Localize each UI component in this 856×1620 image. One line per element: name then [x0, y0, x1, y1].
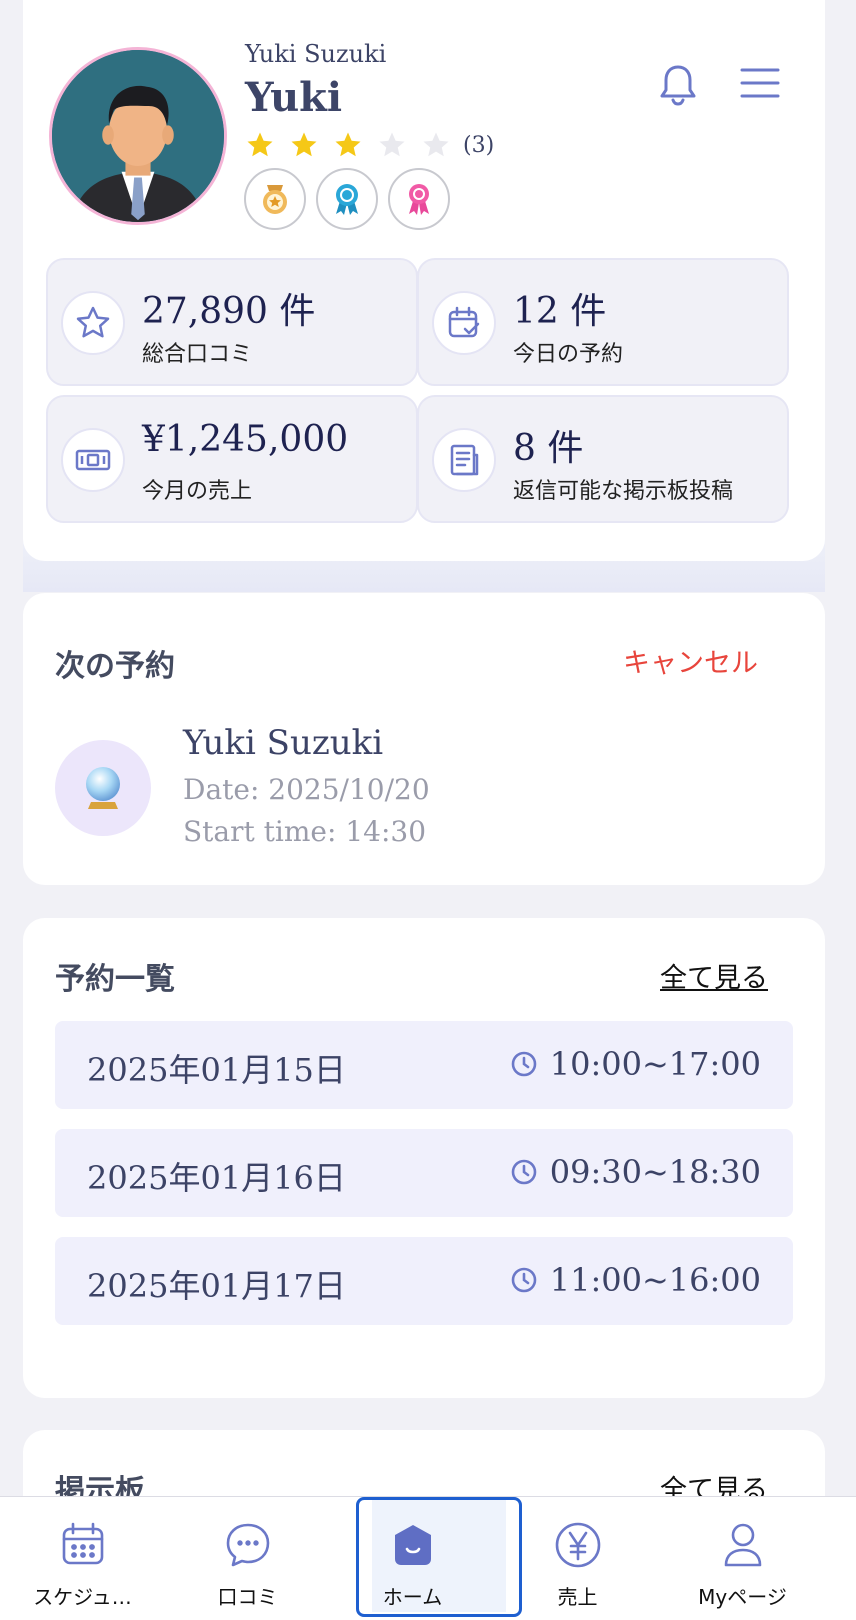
- stat-label: 今月の売上: [142, 479, 253, 504]
- gold-medal-badge[interactable]: [244, 168, 306, 230]
- nav-label: 売上: [557, 1585, 598, 1609]
- blue-ribbon-badge[interactable]: [316, 168, 378, 230]
- blue-ribbon-icon: [336, 184, 358, 215]
- reservation-list-title: 予約一覧: [55, 962, 175, 997]
- reservation-row-time: 11:00~16:00: [549, 1261, 761, 1299]
- reservation-list-card: 予約一覧 全て見る 2025年01月15日 10:00~17:00 2025年0…: [23, 918, 825, 1398]
- calendar-check-icon: [448, 306, 480, 338]
- badge-list: [244, 168, 460, 230]
- nav-label: Myページ: [698, 1585, 787, 1609]
- clock-icon: [511, 1267, 537, 1293]
- bell-icon[interactable]: [656, 62, 700, 106]
- nav-label: スケジュ…: [33, 1585, 132, 1609]
- reservation-row-time: 10:00~17:00: [549, 1045, 761, 1083]
- stat-label: 今日の予約: [513, 342, 624, 367]
- clock-icon: [511, 1051, 537, 1077]
- reservation-row[interactable]: 2025年01月15日 10:00~17:00: [55, 1021, 793, 1109]
- crystal-ball-icon: [86, 767, 120, 809]
- star-filled-icon: [291, 132, 317, 157]
- next-reservation-title: 次の予約: [55, 649, 175, 684]
- stat-today-reservations[interactable]: 12 件 今日の予約: [417, 258, 789, 386]
- gold-medal-icon: [263, 185, 287, 214]
- stat-icon-wrap: [61, 428, 125, 492]
- client-name: Yuki Suzuki: [183, 723, 384, 763]
- reservation-start-time: Start time: 14:30: [183, 815, 427, 848]
- rating-count: (3): [463, 132, 495, 158]
- next-reservation-card: 次の予約 キャンセル Yuki Suzuki Date: 2025/10/20 …: [23, 593, 825, 885]
- calendar-icon: [62, 1522, 103, 1565]
- reservation-row-date: 2025年01月15日: [87, 1051, 346, 1089]
- stat-icon-wrap: [61, 291, 125, 355]
- pink-ribbon-badge[interactable]: [388, 168, 450, 230]
- star-icon: [76, 306, 110, 338]
- star-empty-icon: [379, 132, 405, 157]
- reservation-row-date: 2025年01月16日: [87, 1159, 346, 1197]
- avatar[interactable]: [49, 47, 227, 225]
- reservation-row-time-wrap: 11:00~16:00: [510, 1261, 761, 1299]
- profile-display-name: Yuki: [245, 74, 343, 121]
- reservation-row-time-wrap: 10:00~17:00: [510, 1045, 761, 1083]
- rating-stars: (3): [245, 130, 494, 160]
- stat-board-posts[interactable]: 8 件 返信可能な掲示板投稿: [417, 395, 789, 523]
- hamburger-menu-icon[interactable]: [739, 64, 781, 102]
- star-filled-icon: [335, 132, 361, 157]
- document-icon: [450, 444, 479, 476]
- stat-label: 総合口コミ: [142, 342, 253, 367]
- reservation-row-date: 2025年01月17日: [87, 1267, 346, 1305]
- nav-item-mypage[interactable]: Myページ: [660, 1497, 825, 1620]
- nav-item-schedule[interactable]: スケジュ…: [0, 1497, 165, 1620]
- star-empty-icon: [423, 132, 449, 157]
- nav-item-reviews[interactable]: 口コミ: [165, 1497, 330, 1620]
- reservation-date: Date: 2025/10/20: [183, 773, 430, 806]
- stat-monthly-sales[interactable]: ¥1,245,000 今月の売上: [46, 395, 418, 523]
- client-avatar: [55, 740, 151, 836]
- nav-label: 口コミ: [217, 1585, 278, 1609]
- nav-active-indicator: [356, 1497, 522, 1617]
- stat-icon-wrap: [432, 291, 496, 355]
- chat-bubble-icon: [226, 1523, 269, 1567]
- banknote-icon: [75, 449, 111, 471]
- profile-sub-name: Yuki Suzuki: [245, 40, 387, 68]
- stat-icon-wrap: [432, 428, 496, 492]
- stat-value: 8 件: [513, 428, 584, 469]
- cancel-button[interactable]: キャンセル: [623, 641, 758, 680]
- stat-value: 12 件: [513, 291, 607, 332]
- reservation-row[interactable]: 2025年01月17日 11:00~16:00: [55, 1237, 793, 1325]
- reservation-row-time-wrap: 09:30~18:30: [510, 1153, 761, 1191]
- stat-value: ¥1,245,000: [142, 419, 349, 460]
- clock-icon: [511, 1159, 537, 1185]
- view-all-reservations-link[interactable]: 全て見る: [660, 956, 768, 995]
- stat-total-reviews[interactable]: 27,890 件 総合口コミ: [46, 258, 418, 386]
- profile-card: Yuki Suzuki Yuki (3) 27,890 件 総合口コミ 12 件…: [23, 0, 825, 561]
- yen-icon: [555, 1522, 600, 1568]
- stat-value: 27,890 件: [142, 291, 316, 332]
- reservation-row-time: 09:30~18:30: [549, 1153, 761, 1191]
- user-icon: [724, 1523, 761, 1567]
- stat-label: 返信可能な掲示板投稿: [513, 479, 734, 504]
- reservation-row[interactable]: 2025年01月16日 09:30~18:30: [55, 1129, 793, 1217]
- star-filled-icon: [247, 132, 273, 157]
- pink-ribbon-icon: [409, 184, 429, 215]
- businessman-avatar-icon: [52, 50, 224, 222]
